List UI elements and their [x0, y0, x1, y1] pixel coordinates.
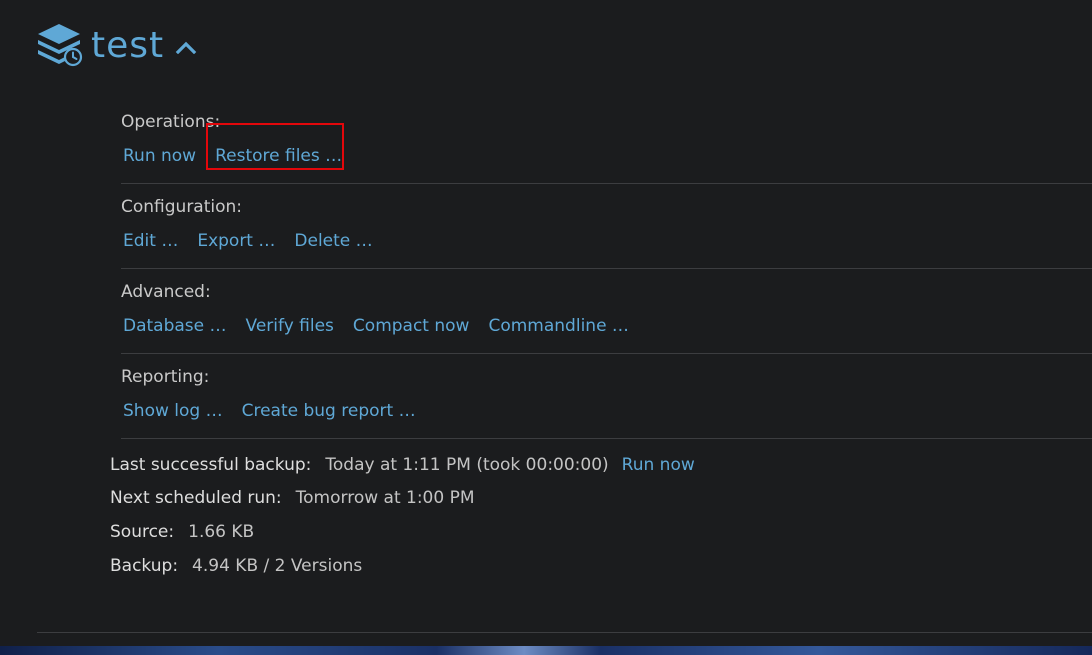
- section-label-advanced: Advanced:: [121, 282, 211, 302]
- delete-link[interactable]: Delete …: [294, 228, 372, 254]
- operations-section: Operations: Run now Restore files …: [121, 100, 1092, 184]
- reporting-links: Show log … Create bug report …: [123, 398, 435, 424]
- reporting-section: Reporting: Show log … Create bug report …: [121, 355, 1092, 439]
- section-label-operations: Operations:: [121, 112, 221, 132]
- section-label-configuration: Configuration:: [121, 197, 243, 217]
- backup-size-row: Backup: 4.94 KB / 2 Versions: [110, 556, 362, 576]
- last-backup-label: Last successful backup:: [110, 455, 312, 475]
- advanced-section: Advanced: Database … Verify files Compac…: [121, 270, 1092, 354]
- operations-links: Run now Restore files …: [123, 143, 361, 169]
- last-backup-value: Today at 1:11 PM (took 00:00:00): [325, 455, 609, 475]
- backup-size-label: Backup:: [110, 556, 179, 576]
- next-run-value: Tomorrow at 1:00 PM: [295, 488, 475, 508]
- source-value: 1.66 KB: [188, 522, 255, 542]
- configuration-links: Edit … Export … Delete …: [123, 228, 392, 254]
- next-item-preview: [0, 646, 1092, 655]
- last-backup-row: Last successful backup: Today at 1:11 PM…: [110, 455, 695, 475]
- backup-header: test: [36, 20, 197, 70]
- next-run-row: Next scheduled run: Tomorrow at 1:00 PM: [110, 488, 475, 508]
- chevron-up-icon[interactable]: [175, 40, 197, 54]
- backup-title[interactable]: test: [91, 28, 164, 64]
- edit-link[interactable]: Edit …: [123, 228, 178, 254]
- source-row: Source: 1.66 KB: [110, 522, 254, 542]
- configuration-section: Configuration: Edit … Export … Delete …: [121, 185, 1092, 269]
- section-label-reporting: Reporting:: [121, 367, 210, 387]
- run-now-link[interactable]: Run now: [123, 143, 196, 169]
- commandline-link[interactable]: Commandline …: [488, 313, 628, 339]
- backup-size-value: 4.94 KB / 2 Versions: [192, 556, 363, 576]
- export-link[interactable]: Export …: [197, 228, 275, 254]
- next-run-label: Next scheduled run:: [110, 488, 282, 508]
- advanced-links: Database … Verify files Compact now Comm…: [123, 313, 648, 339]
- restore-files-link[interactable]: Restore files …: [215, 143, 342, 169]
- database-history-icon: [38, 24, 83, 67]
- source-label: Source:: [110, 522, 175, 542]
- database-link[interactable]: Database …: [123, 313, 227, 339]
- verify-files-link[interactable]: Verify files: [246, 313, 334, 339]
- create-bug-report-link[interactable]: Create bug report …: [242, 398, 416, 424]
- divider: [37, 632, 1092, 633]
- compact-now-link[interactable]: Compact now: [353, 313, 470, 339]
- show-log-link[interactable]: Show log …: [123, 398, 223, 424]
- last-backup-run-now-link[interactable]: Run now: [622, 455, 695, 475]
